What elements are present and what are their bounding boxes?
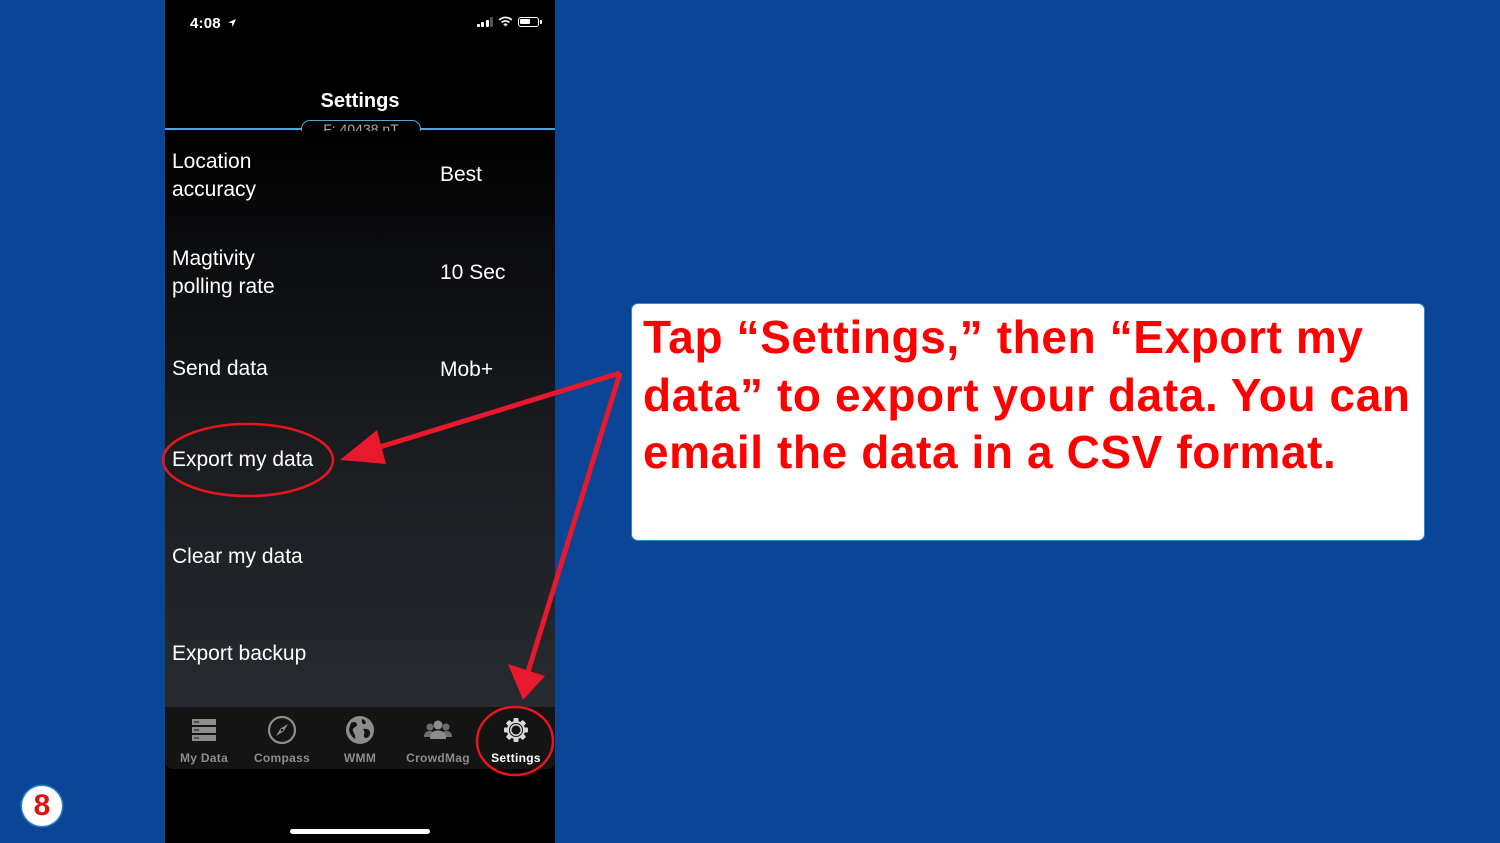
settings-list: Location accuracy Best Magtivity polling r… [165, 131, 555, 707]
tab-label: CrowdMag [406, 751, 470, 765]
tab-settings[interactable]: Settings [477, 707, 555, 769]
tab-compass[interactable]: Compass [243, 707, 321, 769]
status-time: 4:08 [190, 15, 237, 32]
setting-label: Send data [172, 357, 268, 380]
setting-clear-my-data[interactable]: Clear my data [165, 519, 555, 616]
tab-label: Settings [491, 751, 541, 765]
gear-icon [504, 718, 528, 742]
setting-label: Clear my data [172, 545, 303, 568]
compass-icon [267, 715, 297, 745]
setting-location-accuracy[interactable]: Location accuracy Best [165, 131, 555, 228]
setting-value: 10 Sec [440, 261, 506, 284]
status-bar: 4:08 [165, 0, 555, 46]
time-text: 4:08 [190, 15, 221, 32]
setting-value: Mob+ [440, 358, 494, 381]
page-title: Settings [320, 90, 400, 112]
wifi-icon [498, 16, 513, 27]
setting-label: Export my data [172, 448, 314, 471]
instruction-text: Tap “Settings,” then “Export my data” to… [643, 311, 1411, 478]
people-icon [424, 720, 452, 739]
setting-value: Best [440, 163, 483, 186]
setting-label: Export backup [172, 642, 307, 665]
battery-icon [518, 16, 542, 27]
cellular-signal-icon [476, 16, 493, 27]
tab-label: WMM [343, 751, 377, 765]
setting-export-backup[interactable]: Export backup [165, 616, 555, 713]
setting-polling-rate[interactable]: Magtivity polling rate 10 Sec [165, 228, 555, 325]
status-icons [476, 16, 542, 27]
setting-export-my-data[interactable]: Export my data [165, 422, 555, 519]
setting-send-data[interactable]: Send data Mob+ [165, 325, 555, 422]
tab-wmm[interactable]: WMM [321, 707, 399, 769]
phone-screen: 4:08 Settings F: 40438 nT Location accura… [165, 0, 555, 843]
instruction-callout: Tap “Settings,” then “Export my data” to… [631, 303, 1425, 541]
step-number-badge: 8 [22, 786, 62, 826]
location-arrow-icon [227, 18, 237, 31]
database-icon [192, 719, 216, 741]
home-indicator[interactable] [290, 829, 430, 834]
tab-crowdmag[interactable]: CrowdMag [399, 707, 477, 769]
tab-my-data[interactable]: My Data [165, 707, 243, 769]
setting-label: Magtivity polling rate [172, 247, 275, 298]
tab-label: Compass [253, 751, 311, 765]
tab-label: My Data [179, 751, 229, 765]
tab-bar: My Data Compass WMM CrowdMag Settings [165, 707, 555, 769]
globe-icon [346, 716, 374, 744]
setting-label: Location accuracy [172, 150, 257, 201]
